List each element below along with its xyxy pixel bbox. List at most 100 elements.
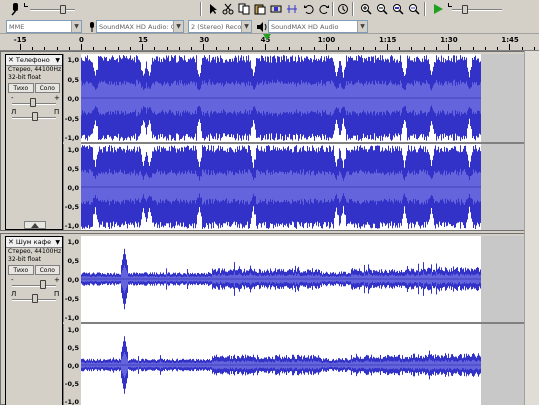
ruler-minor-tick bbox=[411, 47, 413, 50]
copy-icon[interactable] bbox=[236, 1, 251, 16]
trim-icon[interactable] bbox=[268, 1, 283, 16]
collapse-icon bbox=[31, 222, 39, 228]
audio-host-value: MME bbox=[9, 22, 25, 31]
record-volume-slider[interactable] bbox=[30, 9, 75, 11]
track-1-format: Стерео, 44100Hz bbox=[8, 66, 62, 73]
ruler-label: 1:15 bbox=[379, 36, 397, 44]
amplitude-label: -1,0 bbox=[64, 398, 79, 405]
ruler-minor-tick bbox=[105, 47, 107, 50]
ruler-major-tick bbox=[387, 44, 388, 50]
playback-device-select[interactable]: SoundMAX HD Audio ▼ bbox=[268, 20, 368, 33]
ruler-minor-tick bbox=[56, 47, 58, 50]
ruler-minor-tick bbox=[93, 47, 95, 50]
track-2-gain-slider[interactable] bbox=[12, 285, 56, 287]
ruler-minor-tick bbox=[313, 47, 315, 50]
record-volume-thumb[interactable] bbox=[60, 5, 66, 14]
ruler-major-tick bbox=[19, 44, 21, 50]
track-1-name[interactable]: Телефоно bbox=[16, 56, 56, 64]
audio-host-select[interactable]: MME ▼ bbox=[6, 20, 82, 33]
track-1-bitdepth: 32-bit float bbox=[8, 74, 42, 81]
track-2-mute-button[interactable]: Тихо bbox=[8, 265, 34, 275]
play-speed-slider[interactable] bbox=[452, 9, 502, 11]
empty-track-area bbox=[481, 236, 525, 322]
gain-plus-label: + bbox=[54, 276, 60, 284]
recording-device-select[interactable]: SoundMAX HD Audio: Стерео ▼ bbox=[96, 20, 184, 33]
zoom-out-icon[interactable] bbox=[374, 1, 389, 16]
ruler-label: 1:00 bbox=[317, 36, 336, 44]
ruler-minor-tick bbox=[44, 47, 46, 50]
track-2-name[interactable]: Шум кафе bbox=[16, 238, 56, 246]
redo-icon[interactable] bbox=[316, 1, 331, 16]
track-2-right-vruler: 1,0 0,5 0,0 -0,5 -1,0 bbox=[63, 324, 81, 405]
ruler-major-tick bbox=[509, 44, 511, 50]
undo-icon[interactable] bbox=[301, 1, 316, 16]
amplitude-label: 0,0 bbox=[67, 276, 79, 284]
amplitude-label: 1,0 bbox=[67, 238, 79, 246]
playback-device-value: SoundMAX HD Audio bbox=[271, 22, 339, 31]
track-1-mute-button[interactable]: Тихо bbox=[8, 83, 34, 93]
track-2-pan-thumb[interactable] bbox=[32, 294, 38, 303]
sync-lock-icon[interactable] bbox=[335, 1, 350, 16]
ruler-minor-tick bbox=[435, 47, 437, 50]
device-toolbar: MME ▼ SoundMAX HD Audio: Стерео ▼ 2 (Ste… bbox=[0, 18, 539, 34]
play-speed-thumb[interactable] bbox=[462, 5, 468, 14]
ruler-minor-tick bbox=[129, 47, 131, 50]
ruler-minor-tick bbox=[521, 47, 523, 50]
amplitude-label: -0,5 bbox=[64, 380, 79, 388]
amplitude-label: 0,0 bbox=[67, 362, 79, 370]
play-at-speed-icon[interactable] bbox=[430, 1, 445, 16]
empty-track-area bbox=[481, 54, 525, 142]
track-2-solo-button[interactable]: Соло bbox=[34, 265, 60, 275]
ruler-label: 0 bbox=[79, 36, 84, 44]
ruler-major-tick bbox=[448, 44, 450, 50]
recording-channels-value: 2 (Stereo) Record bbox=[191, 22, 248, 31]
silence-icon[interactable] bbox=[284, 1, 299, 16]
ruler-minor-tick bbox=[423, 47, 425, 50]
track-1-solo-button[interactable]: Соло bbox=[34, 83, 60, 93]
track-1-gain-thumb[interactable] bbox=[30, 98, 36, 107]
ruler-minor-tick bbox=[178, 47, 180, 50]
ruler-minor-tick bbox=[460, 47, 462, 50]
ruler-label: 1:45 bbox=[501, 36, 519, 44]
toolbar-separator bbox=[200, 2, 202, 16]
microphone-icon bbox=[8, 1, 23, 16]
vertical-scrollbar[interactable] bbox=[524, 51, 539, 405]
close-icon[interactable]: ✕ bbox=[6, 56, 16, 64]
track-1-waveform[interactable] bbox=[81, 54, 525, 230]
chevron-down-icon[interactable]: ▼ bbox=[55, 57, 62, 64]
amplitude-label: 0,0 bbox=[67, 184, 79, 192]
ruler-minor-tick bbox=[191, 47, 193, 50]
ruler-minor-tick bbox=[154, 47, 156, 50]
recording-channels-select[interactable]: 2 (Stereo) Record ▼ bbox=[188, 20, 252, 33]
track-2-format: Стерео, 44100Hz bbox=[8, 248, 62, 255]
ruler-minor-tick bbox=[374, 47, 376, 50]
cut-icon[interactable] bbox=[220, 1, 235, 16]
track-2-gain-thumb[interactable] bbox=[40, 280, 46, 289]
track-2-waveform[interactable] bbox=[81, 236, 525, 405]
amplitude-label: 1,0 bbox=[67, 56, 79, 64]
select-tool-icon[interactable] bbox=[205, 1, 220, 16]
fit-selection-icon[interactable] bbox=[390, 1, 405, 16]
toolbar-separator bbox=[424, 2, 426, 16]
gain-plus-label: + bbox=[54, 94, 60, 102]
ruler-minor-tick bbox=[117, 47, 119, 50]
amplitude-label: -1,0 bbox=[64, 222, 79, 230]
close-icon[interactable]: ✕ bbox=[6, 238, 16, 246]
paste-icon[interactable] bbox=[252, 1, 267, 16]
pan-right-label: П bbox=[54, 290, 60, 298]
zoom-in-icon[interactable] bbox=[358, 1, 373, 16]
collapse-track-button[interactable] bbox=[24, 221, 46, 229]
chevron-down-icon: ▼ bbox=[173, 21, 183, 32]
chevron-down-icon: ▼ bbox=[71, 21, 81, 32]
fit-project-icon[interactable] bbox=[406, 1, 421, 16]
track-1-pan-thumb[interactable] bbox=[32, 112, 38, 121]
chevron-down-icon[interactable]: ▼ bbox=[55, 239, 62, 246]
track-1-header[interactable]: ✕ Телефоно ▼ bbox=[6, 55, 62, 66]
playhead-icon[interactable] bbox=[263, 34, 271, 43]
amplitude-label: 1,0 bbox=[67, 146, 79, 154]
channel-divider bbox=[81, 142, 525, 144]
track-2-header[interactable]: ✕ Шум кафе ▼ bbox=[6, 237, 62, 248]
ruler-minor-tick bbox=[68, 47, 70, 50]
track-1-right-vruler: 1,0 0,5 0,0 -0,5 -1,0 bbox=[63, 144, 81, 230]
ruler-minor-tick bbox=[399, 47, 401, 50]
